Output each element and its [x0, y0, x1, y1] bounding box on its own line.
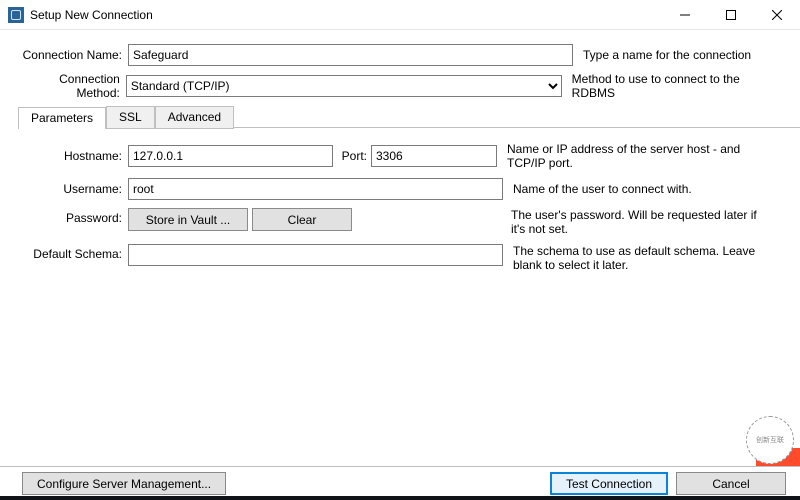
minimize-button[interactable]: [662, 0, 708, 30]
connection-method-select[interactable]: Standard (TCP/IP): [126, 75, 562, 97]
watermark-stamp: 创新互联: [746, 416, 794, 464]
minimize-icon: [680, 10, 690, 20]
tab-ssl[interactable]: SSL: [106, 106, 155, 129]
titlebar: Setup New Connection: [0, 0, 800, 30]
close-button[interactable]: [754, 0, 800, 30]
tab-panel-parameters: Hostname: Port: Name or IP address of th…: [0, 128, 800, 272]
hostname-input[interactable]: [128, 145, 333, 167]
taskbar-slice: [0, 496, 800, 500]
app-icon: [8, 7, 24, 23]
default-schema-help: The schema to use as default schema. Lea…: [503, 244, 761, 272]
dialog-window: Setup New Connection Connection Name: Ty…: [0, 0, 800, 500]
cancel-button[interactable]: Cancel: [676, 472, 786, 495]
tab-parameters[interactable]: Parameters: [18, 107, 106, 129]
port-label: Port:: [333, 149, 371, 163]
maximize-button[interactable]: [708, 0, 754, 30]
hostname-label: Hostname:: [18, 149, 128, 163]
port-input[interactable]: [371, 145, 497, 167]
default-schema-input[interactable]: [128, 244, 503, 266]
content-area: Connection Name: Type a name for the con…: [0, 30, 800, 500]
default-schema-label: Default Schema:: [18, 244, 128, 261]
close-icon: [772, 10, 782, 20]
tab-bar: Parameters SSL Advanced: [18, 106, 800, 128]
connection-name-input[interactable]: [128, 44, 573, 66]
connection-name-help: Type a name for the connection: [573, 48, 751, 62]
connection-name-label: Connection Name:: [18, 48, 128, 62]
connection-method-help: Method to use to connect to the RDBMS: [562, 72, 782, 100]
maximize-icon: [726, 10, 736, 20]
hostname-help: Name or IP address of the server host - …: [497, 142, 755, 170]
tab-advanced[interactable]: Advanced: [155, 106, 234, 129]
window-title: Setup New Connection: [30, 8, 153, 22]
password-label: Password:: [18, 208, 128, 225]
password-help: The user's password. Will be requested l…: [501, 208, 759, 236]
username-input[interactable]: [128, 178, 503, 200]
test-connection-button[interactable]: Test Connection: [550, 472, 668, 495]
store-in-vault-button[interactable]: Store in Vault ...: [128, 208, 248, 231]
clear-password-button[interactable]: Clear: [252, 208, 352, 231]
configure-server-management-button[interactable]: Configure Server Management...: [22, 472, 226, 495]
username-label: Username:: [18, 182, 128, 196]
username-help: Name of the user to connect with.: [503, 182, 761, 196]
dialog-footer: Configure Server Management... Test Conn…: [0, 466, 800, 500]
connection-method-label: Connection Method:: [18, 72, 126, 100]
